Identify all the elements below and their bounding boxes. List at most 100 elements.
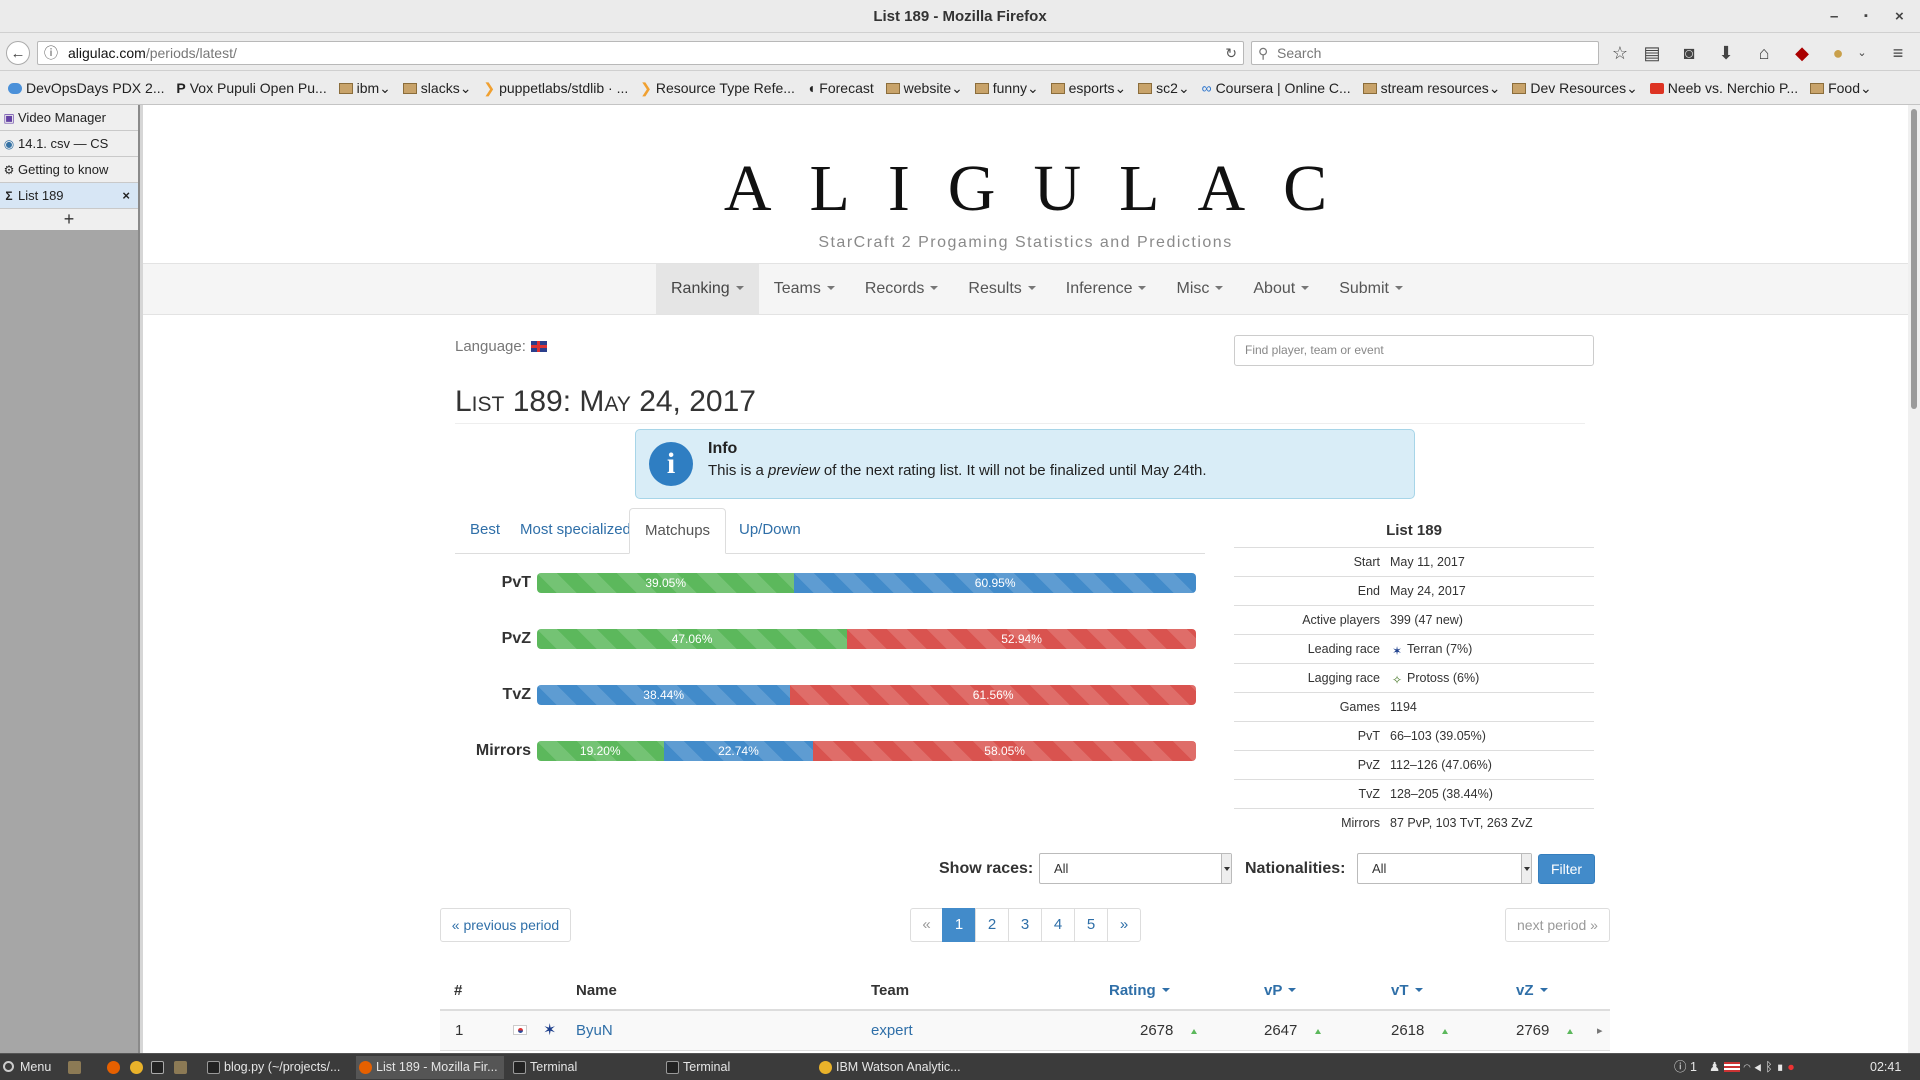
bookmark-item[interactable]: P Vox Pupuli Open Pu... [176,71,326,104]
races-select[interactable]: All [1039,853,1232,884]
firefox-launcher[interactable] [105,1056,123,1079]
nav-submit[interactable]: Submit [1324,264,1418,314]
col-vz-sort[interactable]: vZ [1516,971,1548,1011]
home-icon[interactable]: ⌂ [1752,41,1776,65]
tray-notifications[interactable]: ⓘ 1 [1670,1056,1697,1079]
tab-list-189[interactable]: Σ List 189 × [0,183,138,209]
window-label: Terminal [530,1060,578,1074]
nav-about[interactable]: About [1238,264,1324,314]
nationalities-select[interactable]: All [1357,853,1532,884]
site-logo[interactable]: ALIGULAC [143,151,1908,227]
nav-label: Records [864,280,925,297]
page-2[interactable]: 2 [975,908,1009,942]
folder-launcher[interactable] [172,1056,190,1079]
page-4[interactable]: 4 [1041,908,1075,942]
bookmark-item[interactable]: ❯ Resource Type Refe... [640,71,795,104]
tab-getting-to-know[interactable]: ⚙ Getting to know [0,157,138,183]
bookmark-folder[interactable]: stream resources⌄ [1362,71,1500,104]
reload-icon[interactable]: ↻ [1225,42,1237,64]
nav-ranking[interactable]: Ranking [656,264,759,314]
page-scrollbar[interactable] [1908,105,1920,1053]
bookmark-folder[interactable]: sc2⌄ [1138,71,1190,104]
col-vp-sort[interactable]: vP [1264,971,1297,1011]
bar-segment: 39.05% [537,573,795,593]
stats-value: 1194 [1384,693,1417,721]
tray-icons[interactable]: ♟ ◠ ◀ ᛒ ▮ ● [1705,1056,1795,1079]
team-link[interactable]: expert [871,1011,913,1051]
page-5[interactable]: 5 [1074,908,1108,942]
tab-up-down[interactable]: Up/Down [724,508,816,554]
extension-icon[interactable]: ● [1826,41,1850,65]
uk-flag-icon[interactable] [530,341,547,352]
stats-key: Leading race [1307,642,1380,656]
nav-inference[interactable]: Inference [1051,264,1162,314]
taskbar-window-terminal-2[interactable]: Terminal [663,1056,811,1079]
scrollbar-thumb[interactable] [1911,109,1917,409]
window-label: IBM Watson Analytic... [836,1060,961,1074]
page-1[interactable]: 1 [942,908,976,942]
info-icon[interactable]: ⓘ [44,42,58,64]
page-content: ALIGULAC StarCraft 2 Progaming Statistic… [143,105,1908,1053]
bookmark-item[interactable]: ∞ Coursera | Online C... [1202,71,1351,104]
search-input[interactable]: ⚲ Search [1251,41,1599,65]
filter-button[interactable]: Filter [1538,854,1595,884]
player-name-link[interactable]: ByuN [576,1011,613,1051]
stats-key: Games [1339,700,1380,714]
tab-matchups[interactable]: Matchups [629,508,727,554]
maximize-button[interactable]: ▪ [1864,0,1868,33]
chevron-down-icon[interactable]: ⌄ [1850,41,1874,65]
ublock-icon[interactable]: ◆ [1790,41,1814,65]
col-vt-sort[interactable]: vT [1391,971,1423,1011]
tab-csv[interactable]: ◉ 14.1. csv — CS [0,131,138,157]
expand-row-icon[interactable]: ▸ [1597,1011,1603,1051]
bookmark-folder[interactable]: Dev Resources⌄ [1512,71,1638,104]
up-arrow-icon [1567,1029,1574,1034]
tab-video-manager[interactable]: ▣ Video Manager [0,105,138,131]
hamburger-menu-icon[interactable]: ≡ [1886,41,1910,65]
bookmark-folder[interactable]: slacks⌄ [402,71,471,104]
new-tab-button[interactable]: + [0,209,138,230]
nav-records[interactable]: Records [850,264,954,314]
bookmark-folder[interactable]: Food⌄ [1810,71,1872,104]
tab-most-specialized[interactable]: Most specialized [505,508,646,554]
nav-teams[interactable]: Teams [759,264,850,314]
back-arrow-icon[interactable]: ← [6,41,30,65]
taskbar-window-blog[interactable]: blog.py (~/projects/... [204,1056,352,1079]
url-bar[interactable]: ⓘ aligulac.com/periods/latest/ ↻ [37,41,1244,65]
stats-title: List 189 [1386,522,1442,539]
bookmark-item[interactable]: ❯ puppetlabs/stdlib · ... [483,71,628,104]
bookmark-folder[interactable]: ibm⌄ [338,71,391,104]
close-tab-icon[interactable]: × [122,183,130,208]
bar-segment: 52.94% [847,629,1196,649]
bookmark-item[interactable]: ◖ Forecast [807,71,874,104]
stats-table: List 189 Start May 11, 2017 End May 24, 201… [1234,515,1594,837]
page-3[interactable]: 3 [1008,908,1042,942]
pocket-icon[interactable]: ◙ [1677,41,1701,65]
download-icon[interactable]: ⬇ [1714,41,1738,65]
bookmark-folder[interactable]: funny⌄ [974,71,1039,104]
taskbar-window-firefox[interactable]: List 189 - Mozilla Fir... [356,1056,504,1079]
close-window-button[interactable]: × [1895,0,1904,33]
bookmark-folder[interactable]: website⌄ [885,71,963,104]
taskbar-window-terminal-1[interactable]: Terminal [510,1056,658,1079]
start-menu-button[interactable]: Menu [0,1056,51,1079]
nav-results[interactable]: Results [953,264,1050,314]
minimize-button[interactable]: – [1830,0,1838,33]
find-player-input[interactable]: Find player, team or event [1234,335,1594,366]
page-first[interactable]: « [910,908,943,942]
previous-period-button[interactable]: « previous period [440,908,571,942]
reading-list-icon[interactable]: ▤ [1640,41,1664,65]
bookmark-star-icon[interactable]: ☆ [1608,41,1632,65]
col-rating-sort[interactable]: Rating [1109,971,1170,1011]
nav-misc[interactable]: Misc [1161,264,1238,314]
bookmark-item[interactable]: DevOpsDays PDX 2... [8,71,165,104]
next-period-button[interactable]: next period » [1505,908,1610,942]
terminal-launcher[interactable] [149,1056,167,1079]
taskbar-window-ibm[interactable]: IBM Watson Analytic... [816,1056,966,1079]
files-launcher[interactable] [66,1056,84,1079]
chrome-launcher[interactable] [128,1056,146,1079]
bookmark-item[interactable]: Neeb vs. Nerchio P... [1649,71,1798,104]
bookmark-folder[interactable]: esports⌄ [1050,71,1126,104]
page-last[interactable]: » [1107,908,1141,942]
wifi-icon: ◠ [1743,1060,1751,1074]
